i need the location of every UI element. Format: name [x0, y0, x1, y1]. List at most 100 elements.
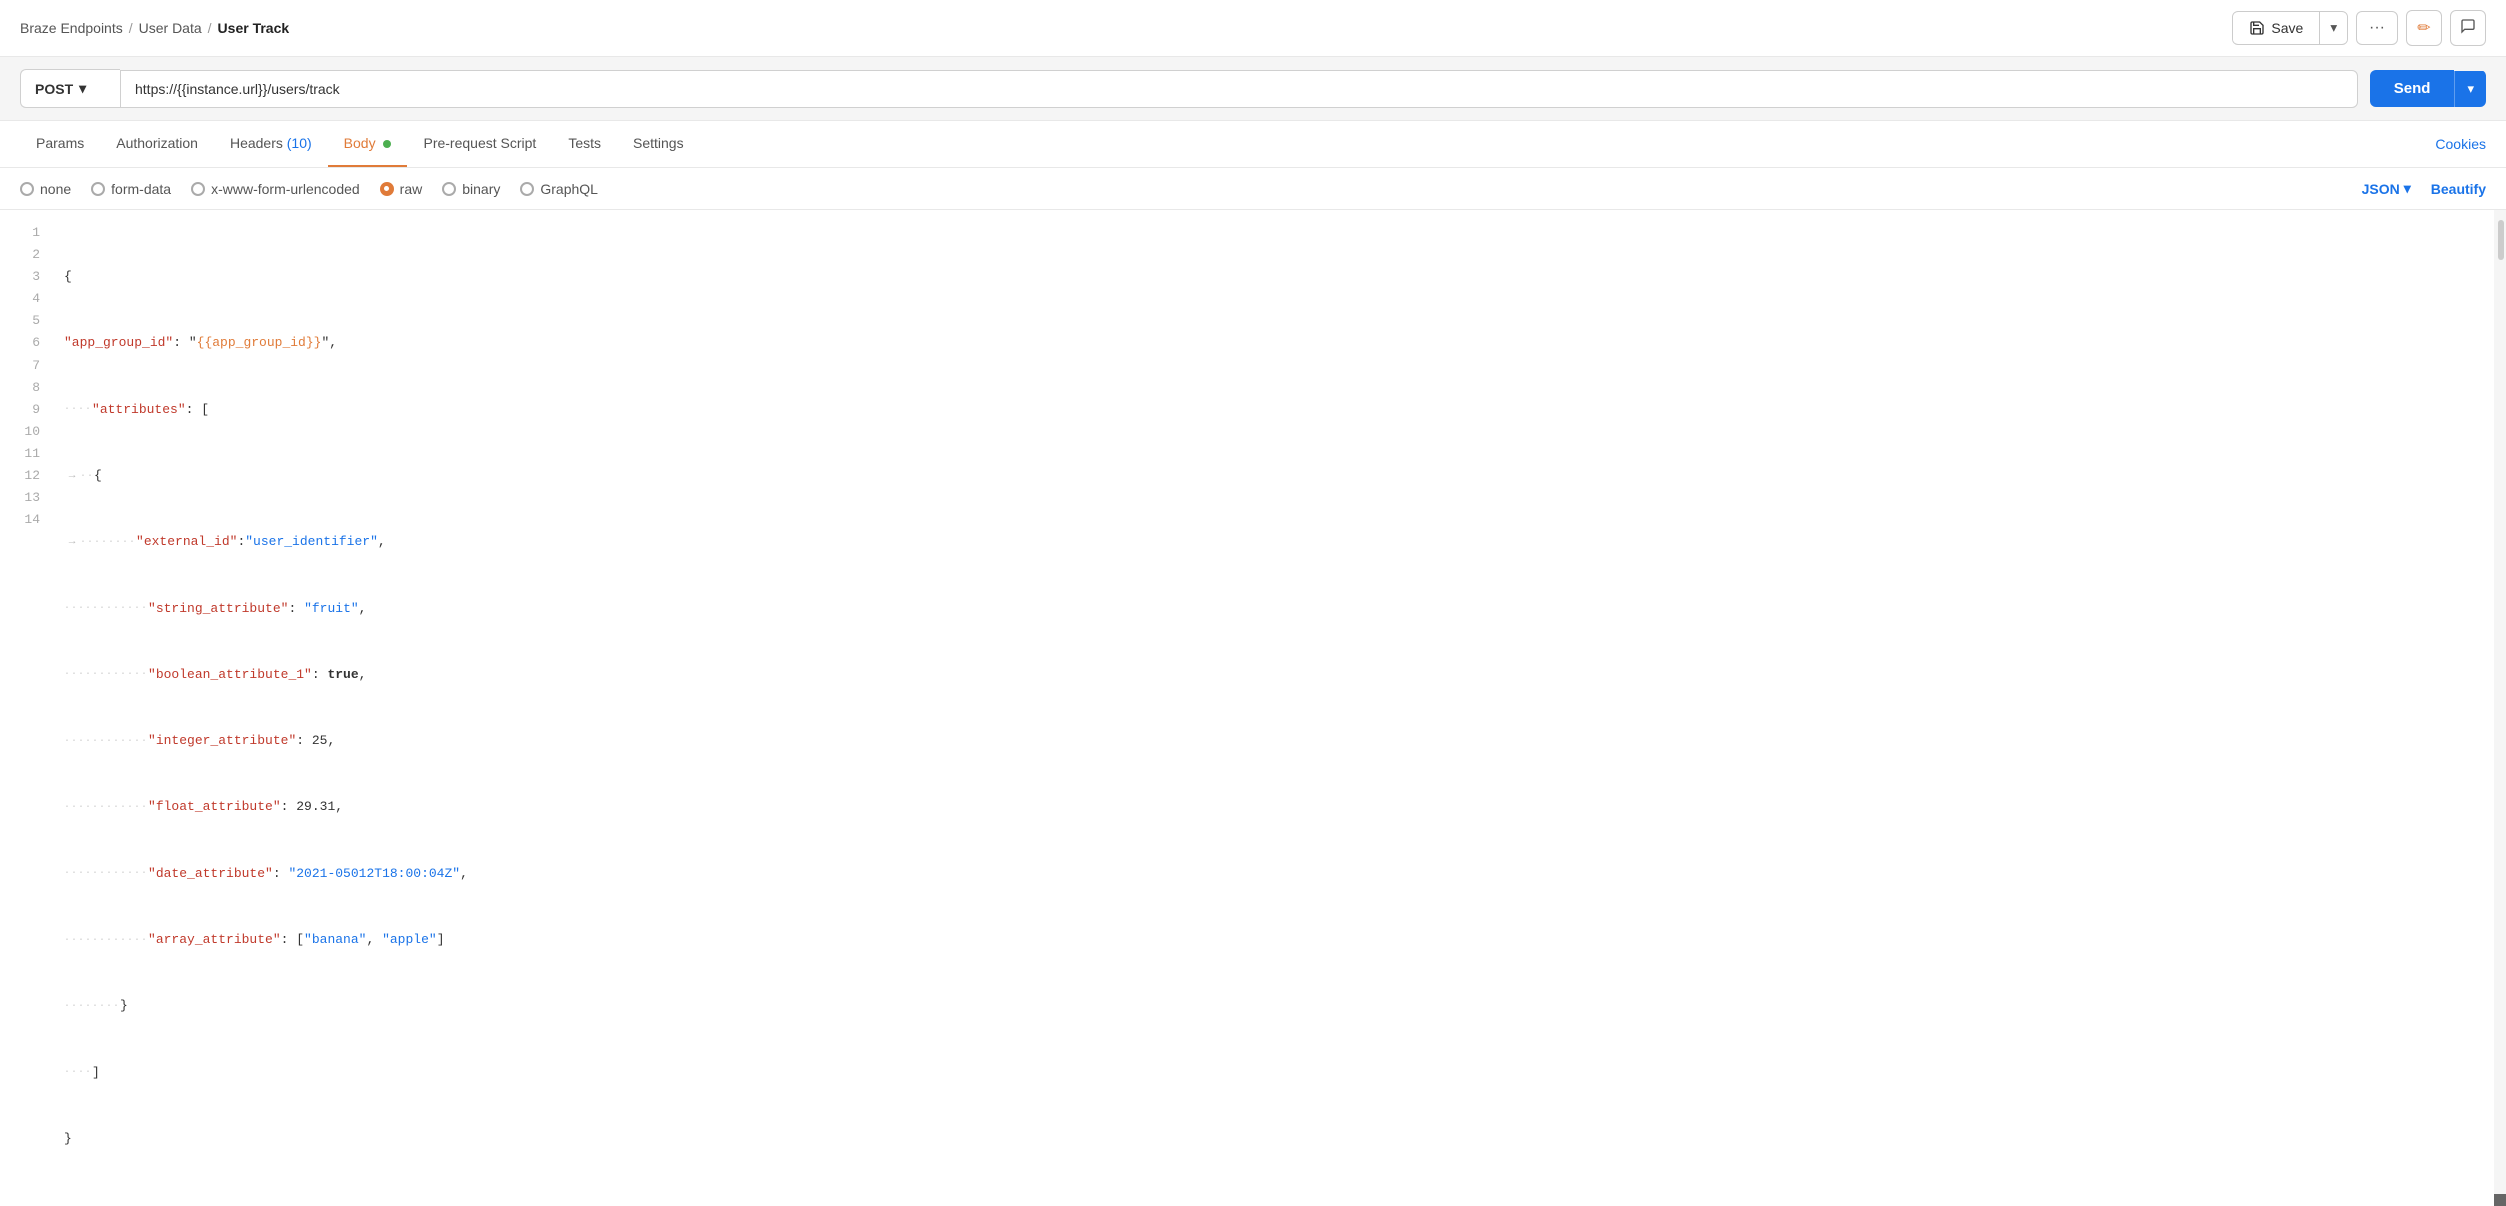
- option-raw[interactable]: raw: [380, 181, 423, 197]
- tab-authorization-label: Authorization: [116, 135, 198, 151]
- option-form-data-label: form-data: [111, 181, 171, 197]
- top-bar: Braze Endpoints / User Data / User Track…: [0, 0, 2506, 57]
- tab-params[interactable]: Params: [20, 121, 100, 167]
- line-num-8: 8: [0, 377, 56, 399]
- chevron-down-icon: ▾: [2330, 20, 2337, 35]
- tab-authorization[interactable]: Authorization: [100, 121, 214, 167]
- send-chevron-icon: ▾: [2467, 81, 2474, 96]
- option-none-label: none: [40, 181, 71, 197]
- tab-settings-label: Settings: [633, 135, 684, 151]
- method-label: POST: [35, 81, 73, 97]
- option-none[interactable]: none: [20, 181, 71, 197]
- comment-button[interactable]: [2450, 10, 2486, 46]
- tab-body[interactable]: Body: [328, 121, 408, 167]
- json-type-select[interactable]: JSON ▾: [2362, 180, 2411, 197]
- tab-headers[interactable]: Headers (10): [214, 121, 328, 167]
- body-options-bar: none form-data x-www-form-urlencoded raw…: [0, 168, 2506, 210]
- tabs-bar: Params Authorization Headers (10) Body P…: [0, 121, 2506, 168]
- line-num-6: 6: [0, 332, 56, 354]
- tab-tests-label: Tests: [568, 135, 601, 151]
- option-x-www-form[interactable]: x-www-form-urlencoded: [191, 181, 360, 197]
- breadcrumb-current: User Track: [218, 20, 290, 36]
- url-input[interactable]: [120, 70, 2358, 108]
- line-num-3: 3: [0, 266, 56, 288]
- code-body[interactable]: { "app_group_id": "{{app_group_id}}", ··…: [56, 210, 2494, 1206]
- cookies-link[interactable]: Cookies: [2435, 122, 2486, 166]
- edit-button[interactable]: ✏: [2406, 10, 2442, 46]
- code-line-6: ············"string_attribute": "fruit",: [64, 598, 2494, 620]
- line-num-13: 13: [0, 487, 56, 509]
- breadcrumb: Braze Endpoints / User Data / User Track: [20, 20, 289, 36]
- code-line-2: "app_group_id": "{{app_group_id}}",: [64, 332, 2494, 354]
- code-line-1: {: [64, 266, 2494, 288]
- option-graphql-label: GraphQL: [540, 181, 598, 197]
- code-line-8: ············"integer_attribute": 25,: [64, 730, 2494, 752]
- line-num-4: 4: [0, 288, 56, 310]
- tab-body-label: Body: [344, 135, 376, 151]
- breadcrumb-item-2[interactable]: User Data: [139, 20, 202, 36]
- radio-x-www-form[interactable]: [191, 182, 205, 196]
- save-icon: [2249, 20, 2265, 36]
- more-options-button[interactable]: ···: [2356, 11, 2398, 45]
- line-num-1: 1: [0, 222, 56, 244]
- tab-body-active-dot: [383, 140, 391, 148]
- radio-form-data[interactable]: [91, 182, 105, 196]
- code-line-14: }: [64, 1128, 2494, 1150]
- code-line-9: ············"float_attribute": 29.31,: [64, 796, 2494, 818]
- code-line-3: ····"attributes": [: [64, 399, 2494, 421]
- save-button[interactable]: Save: [2233, 13, 2319, 43]
- radio-raw[interactable]: [380, 182, 394, 196]
- code-line-5: →········"external_id":"user_identifier"…: [64, 531, 2494, 553]
- line-numbers: 1 2 3 4 5 6 7 8 9 10 11 12 13 14: [0, 210, 56, 1206]
- line-num-12: 12: [0, 465, 56, 487]
- tab-pre-request-label: Pre-request Script: [423, 135, 536, 151]
- tab-tests[interactable]: Tests: [552, 121, 617, 167]
- send-chevron-button[interactable]: ▾: [2454, 71, 2486, 107]
- scrollbar[interactable]: [2494, 210, 2506, 1206]
- code-line-12: ········}: [64, 995, 2494, 1017]
- tab-pre-request[interactable]: Pre-request Script: [407, 121, 552, 167]
- line-num-9: 9: [0, 399, 56, 421]
- line-num-11: 11: [0, 443, 56, 465]
- save-chevron-button[interactable]: ▾: [2320, 13, 2347, 43]
- save-label: Save: [2271, 20, 2303, 36]
- tab-params-label: Params: [36, 135, 84, 151]
- save-button-group: Save ▾: [2232, 11, 2348, 45]
- top-actions: Save ▾ ··· ✏: [2232, 10, 2486, 46]
- scrollbar-thumb[interactable]: [2498, 220, 2504, 260]
- scrollbar-bottom[interactable]: [2494, 1194, 2506, 1206]
- option-raw-label: raw: [400, 181, 423, 197]
- radio-graphql[interactable]: [520, 182, 534, 196]
- comment-icon: [2460, 18, 2476, 39]
- pencil-icon: ✏: [2417, 18, 2430, 38]
- more-icon: ···: [2369, 19, 2385, 36]
- radio-binary[interactable]: [442, 182, 456, 196]
- code-line-4: →··{: [64, 465, 2494, 487]
- radio-none[interactable]: [20, 182, 34, 196]
- tab-settings[interactable]: Settings: [617, 121, 700, 167]
- tab-headers-badge: (10): [287, 135, 312, 151]
- code-line-13: ····]: [64, 1062, 2494, 1084]
- line-num-7: 7: [0, 355, 56, 377]
- option-binary[interactable]: binary: [442, 181, 500, 197]
- option-form-data[interactable]: form-data: [91, 181, 171, 197]
- send-button[interactable]: Send: [2370, 70, 2455, 107]
- cookies-label: Cookies: [2435, 136, 2486, 152]
- breadcrumb-sep-1: /: [129, 20, 133, 36]
- breadcrumb-sep-2: /: [208, 20, 212, 36]
- tab-headers-label: Headers: [230, 135, 283, 151]
- option-graphql[interactable]: GraphQL: [520, 181, 598, 197]
- send-button-group: Send ▾: [2370, 70, 2486, 107]
- json-type-label: JSON: [2362, 181, 2400, 197]
- json-chevron-icon: ▾: [2404, 180, 2411, 197]
- line-num-2: 2: [0, 244, 56, 266]
- code-line-10: ············"date_attribute": "2021-0501…: [64, 863, 2494, 885]
- beautify-button[interactable]: Beautify: [2431, 181, 2486, 197]
- option-x-www-form-label: x-www-form-urlencoded: [211, 181, 360, 197]
- method-select[interactable]: POST ▾: [20, 69, 120, 108]
- method-chevron-icon: ▾: [79, 80, 86, 97]
- option-binary-label: binary: [462, 181, 500, 197]
- code-editor: 1 2 3 4 5 6 7 8 9 10 11 12 13 14 { "app_…: [0, 210, 2506, 1206]
- breadcrumb-item-1[interactable]: Braze Endpoints: [20, 20, 123, 36]
- code-line-11: ············"array_attribute": ["banana"…: [64, 929, 2494, 951]
